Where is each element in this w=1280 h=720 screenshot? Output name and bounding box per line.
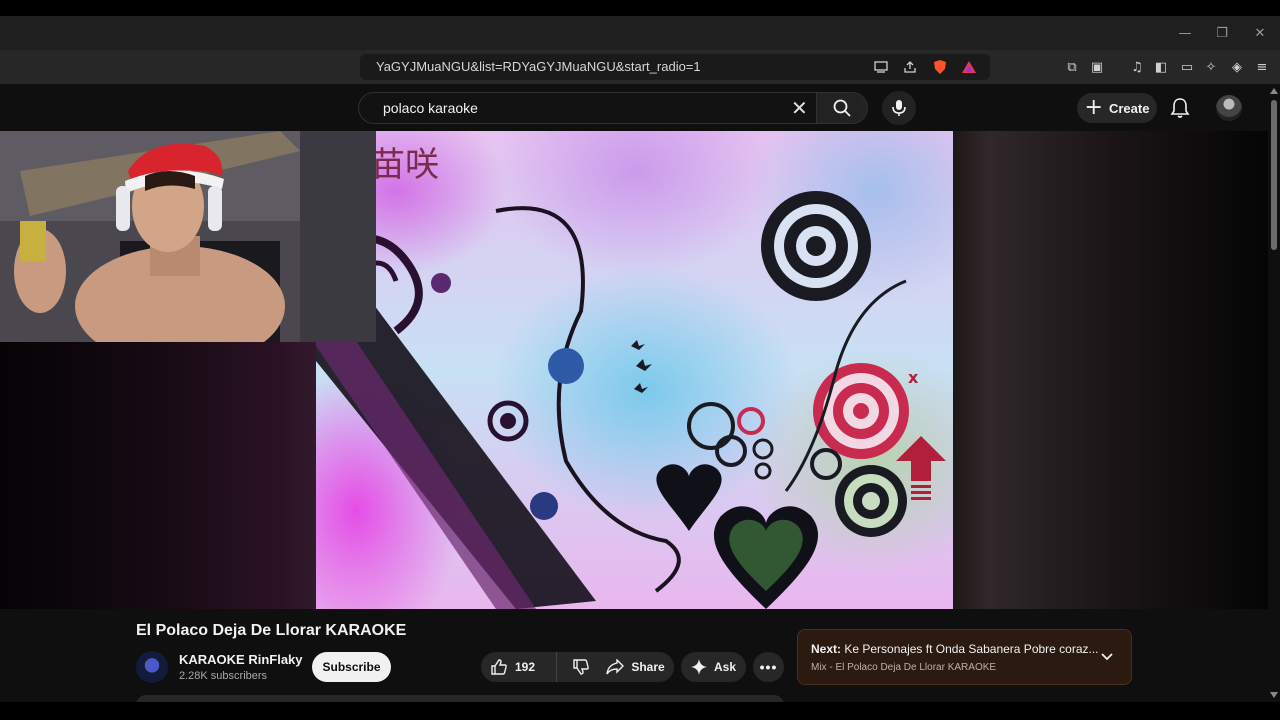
share-label: Share [631,660,665,674]
share-arrow-icon [606,659,625,675]
scroll-up-icon[interactable] [1270,88,1278,94]
clear-search-icon[interactable]: ✕ [791,97,808,119]
vpn-icon[interactable]: ◈ [1228,58,1246,76]
sparkle-icon [690,659,707,675]
plus-icon: + [1084,95,1103,120]
channel-avatar[interactable] [136,651,168,683]
minimize-icon[interactable]: — [1166,16,1204,50]
leo-ai-icon[interactable]: ✧ [1202,58,1220,76]
video-player[interactable]: x 苗咲 [0,131,1268,609]
artwork-x-mark: x [908,368,919,387]
up-next-card[interactable]: Next: Ke Personajes ft Onda Sabanera Pob… [797,629,1132,685]
webcam-overlay [0,131,376,342]
search-box[interactable]: polaco karaoke ✕ [358,92,816,124]
scroll-down-icon[interactable] [1270,692,1278,698]
menu-icon[interactable]: ≡ [1253,58,1271,76]
bottom-edge [0,702,1280,720]
webcam-person-image [0,131,376,342]
subscribe-button[interactable]: Subscribe [312,652,391,682]
search-button[interactable] [816,92,868,124]
up-next-prefix: Next: [811,642,842,656]
cast-icon[interactable] [872,58,890,76]
up-next-title-line: Next: Ke Personajes ft Onda Sabanera Pob… [811,642,1099,656]
voice-search-button[interactable] [882,91,916,125]
artwork-text: 苗咲 [371,145,439,185]
share-button[interactable]: Share [597,652,674,682]
notifications-bell-icon[interactable] [1168,96,1192,120]
ask-button[interactable]: Ask [681,652,746,682]
thumbs-down-icon [573,659,589,675]
ask-label: Ask [713,660,736,674]
subscriber-count: 2.28K subscribers [179,670,268,682]
like-button[interactable]: 192 [481,652,557,682]
address-bar[interactable]: YaGYJMuaNGU&list=RDYaGYJMuaNGU&start_rad… [360,54,990,80]
scrollbar-thumb[interactable] [1271,100,1277,250]
search-input[interactable]: polaco karaoke [383,100,478,116]
restore-icon[interactable]: ❐ [1203,16,1241,50]
thumbs-up-icon [491,659,507,675]
extensions-icon[interactable]: ⧉ [1063,58,1081,76]
page-scrollbar[interactable] [1268,84,1280,702]
brave-shield-icon[interactable] [931,58,949,76]
up-next-playlist: Mix - El Polaco Deja De Llorar KARAOKE [811,662,997,673]
close-icon[interactable]: ✕ [1241,16,1279,50]
share-page-icon[interactable] [901,58,919,76]
create-label: Create [1108,100,1150,116]
brave-rewards-icon[interactable] [960,58,978,76]
up-next-title: Ke Personajes ft Onda Sabanera Pobre cor… [844,642,1099,656]
chevron-down-icon[interactable] [1099,649,1115,665]
video-title: El Polaco Deja De Llorar KARAOKE [136,622,407,639]
sidebar-icon[interactable]: ◧ [1152,58,1170,76]
channel-name[interactable]: KARAOKE RinFlaky [179,652,303,667]
microphone-icon [892,100,906,116]
video-frame[interactable]: x 苗咲 [316,131,953,609]
search-icon [833,99,851,117]
reader-mode-icon[interactable]: ▣ [1088,58,1106,76]
browser-toolbar: YaGYJMuaNGU&list=RDYaGYJMuaNGU&start_rad… [0,50,1280,84]
create-button[interactable]: + Create [1077,93,1157,123]
account-avatar[interactable] [1216,95,1242,121]
youtube-masthead: polaco karaoke ✕ + Create [0,84,1280,131]
like-count: 192 [515,660,536,674]
browser-titlebar: — ❐ ✕ [0,16,1280,50]
more-actions-button[interactable]: ••• [753,652,784,682]
wallet-icon[interactable]: ▭ [1178,58,1196,76]
music-icon[interactable]: ♫ [1128,58,1146,76]
video-artwork: x 苗咲 [316,145,946,609]
